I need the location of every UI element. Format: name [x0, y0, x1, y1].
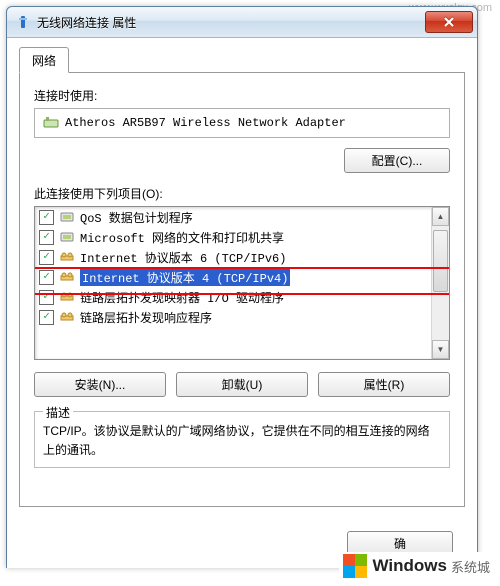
service-icon — [59, 229, 75, 245]
window-title: 无线网络连接 属性 — [37, 14, 425, 31]
scroll-down-button[interactable]: ▼ — [432, 340, 449, 359]
item-label: QoS 数据包计划程序 — [80, 209, 193, 226]
protocol-icon — [59, 309, 75, 325]
item-checkbox[interactable] — [39, 310, 54, 325]
titlebar[interactable]: 无线网络连接 属性 — [7, 7, 477, 38]
description-legend: 描述 — [43, 404, 73, 421]
description-group: 描述 TCP/IP。该协议是默认的广域网络协议，它提供在不同的相互连接的网络上的… — [34, 411, 450, 468]
scroll-thumb[interactable] — [433, 230, 448, 292]
properties-button[interactable]: 属性(R) — [318, 372, 450, 397]
adapter-box: Atheros AR5B97 Wireless Network Adapter — [34, 108, 450, 138]
adapter-label: 连接时使用: — [34, 87, 450, 104]
adapter-name: Atheros AR5B97 Wireless Network Adapter — [65, 116, 346, 130]
client-area: 网络 连接时使用: Atheros AR5B97 Wireless Networ… — [7, 38, 477, 568]
watermark-tagline: 系统城 — [451, 557, 490, 576]
watermark-brand: Windows — [373, 556, 447, 576]
protocol-icon — [59, 269, 75, 285]
item-label: Internet 协议版本 6 (TCP/IPv6) — [80, 249, 286, 266]
list-item[interactable]: 链路层拓扑发现响应程序 — [35, 307, 431, 327]
item-checkbox[interactable] — [39, 270, 54, 285]
item-checkbox[interactable] — [39, 250, 54, 265]
item-label: Microsoft 网络的文件和打印机共享 — [80, 229, 284, 246]
list-item[interactable]: QoS 数据包计划程序 — [35, 207, 431, 227]
tab-strip: 网络 — [19, 48, 465, 72]
protocol-icon — [59, 289, 75, 305]
scroll-track[interactable] — [432, 226, 449, 340]
items-label: 此连接使用下列项目(O): — [34, 185, 450, 202]
item-label: 链路层拓扑发现响应程序 — [80, 309, 212, 326]
uninstall-button[interactable]: 卸载(U) — [176, 372, 308, 397]
tab-panel: 连接时使用: Atheros AR5B97 Wireless Network A… — [19, 72, 465, 507]
configure-button[interactable]: 配置(C)... — [344, 148, 450, 173]
description-text: TCP/IP。该协议是默认的广域网络协议，它提供在不同的相互连接的网络上的通讯。 — [43, 422, 441, 459]
list-item[interactable]: Internet 协议版本 4 (TCP/IPv4) — [35, 267, 431, 287]
close-button[interactable] — [425, 11, 473, 33]
service-icon — [59, 209, 75, 225]
install-button[interactable]: 安装(N)... — [34, 372, 166, 397]
properties-window: 无线网络连接 属性 网络 连接时使用: Atheros AR5B97 Wirel… — [6, 6, 478, 568]
wireless-icon — [15, 14, 31, 30]
item-checkbox[interactable] — [39, 290, 54, 305]
list-item[interactable]: Internet 协议版本 6 (TCP/IPv6) — [35, 247, 431, 267]
list-item[interactable]: 链路层拓扑发现映射器 I/O 驱动程序 — [35, 287, 431, 307]
item-label: 链路层拓扑发现映射器 I/O 驱动程序 — [80, 289, 284, 306]
item-checkbox[interactable] — [39, 210, 54, 225]
tab-network[interactable]: 网络 — [19, 47, 69, 73]
components-listbox[interactable]: QoS 数据包计划程序 Microsoft 网络的文件和打印机共享 Internet… — [34, 206, 450, 360]
windows-logo-icon — [343, 554, 367, 578]
close-icon — [444, 17, 454, 27]
watermark: Windows 系统城 — [339, 552, 494, 580]
item-checkbox[interactable] — [39, 230, 54, 245]
component-buttons: 安装(N)... 卸载(U) 属性(R) — [34, 372, 450, 397]
item-label: Internet 协议版本 4 (TCP/IPv4) — [80, 269, 290, 286]
protocol-icon — [59, 249, 75, 265]
list-item[interactable]: Microsoft 网络的文件和打印机共享 — [35, 227, 431, 247]
listbox-scrollbar[interactable]: ▲ ▼ — [431, 207, 449, 359]
scroll-up-button[interactable]: ▲ — [432, 207, 449, 226]
adapter-icon — [43, 115, 59, 131]
